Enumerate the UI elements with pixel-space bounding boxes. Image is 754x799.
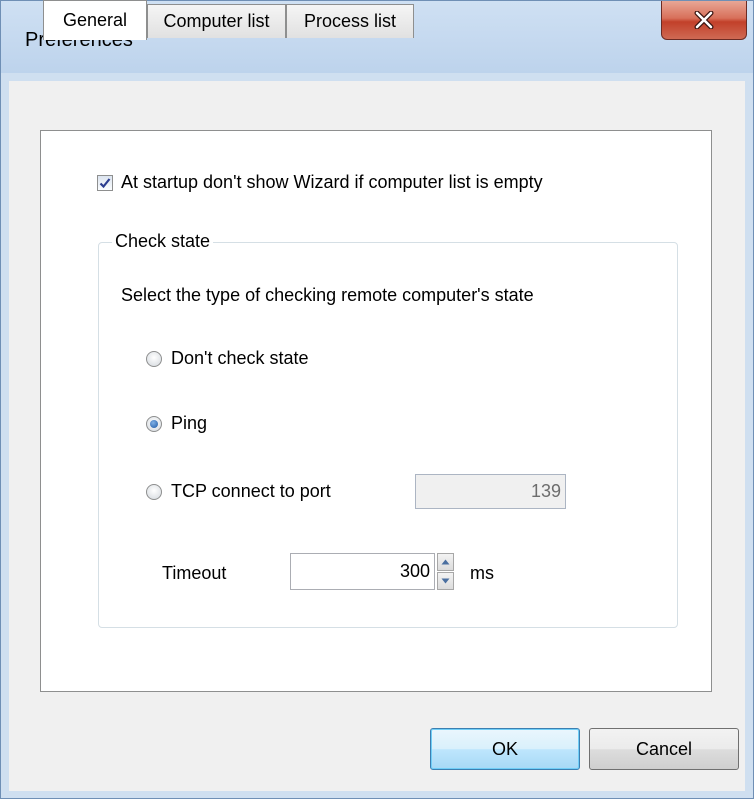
tab-process-list-label: Process list xyxy=(303,11,397,31)
spin-down-icon xyxy=(441,578,450,584)
spin-up-icon xyxy=(441,559,450,565)
check-state-group-label: Check state xyxy=(112,231,214,252)
tab-computer-list-label: Computer list xyxy=(163,11,270,31)
radio-button-selected[interactable] xyxy=(146,415,162,432)
radio-ping[interactable]: Ping xyxy=(146,413,207,434)
radio-dont-check-state-label: Don't check state xyxy=(171,348,309,368)
check-state-description: Select the type of checking remote compu… xyxy=(121,285,534,305)
radio-button[interactable] xyxy=(146,483,162,500)
startup-wizard-checkbox[interactable] xyxy=(97,174,113,191)
spin-down-button[interactable] xyxy=(437,572,454,590)
tab-general-label: General xyxy=(62,10,128,30)
radio-button[interactable] xyxy=(146,350,162,367)
startup-wizard-label: At startup don't show Wizard if computer… xyxy=(121,172,543,192)
timeout-unit-label: ms xyxy=(470,563,494,583)
close-icon xyxy=(694,11,714,29)
tcp-port-field[interactable]: 139 xyxy=(415,474,566,509)
tab-process-list[interactable]: Process list xyxy=(286,4,414,38)
radio-ping-label: Ping xyxy=(171,413,208,433)
timeout-spinner xyxy=(437,553,454,590)
ok-button[interactable]: OK xyxy=(430,728,580,770)
timeout-input[interactable]: 300 xyxy=(290,553,435,590)
tab-computer-list[interactable]: Computer list xyxy=(147,4,286,38)
cancel-button[interactable]: Cancel xyxy=(589,728,739,770)
timeout-label: Timeout xyxy=(162,563,227,583)
radio-dont-check-state[interactable]: Don't check state xyxy=(146,348,309,369)
radio-tcp-connect-label: TCP connect to port xyxy=(171,481,331,501)
radio-tcp-connect[interactable]: TCP connect to port xyxy=(146,481,331,502)
spin-up-button[interactable] xyxy=(437,553,454,571)
checkmark-icon xyxy=(99,177,111,188)
close-button[interactable] xyxy=(661,1,747,40)
tab-general[interactable]: General xyxy=(43,0,147,40)
startup-wizard-checkbox-row[interactable]: At startup don't show Wizard if computer… xyxy=(97,172,543,193)
